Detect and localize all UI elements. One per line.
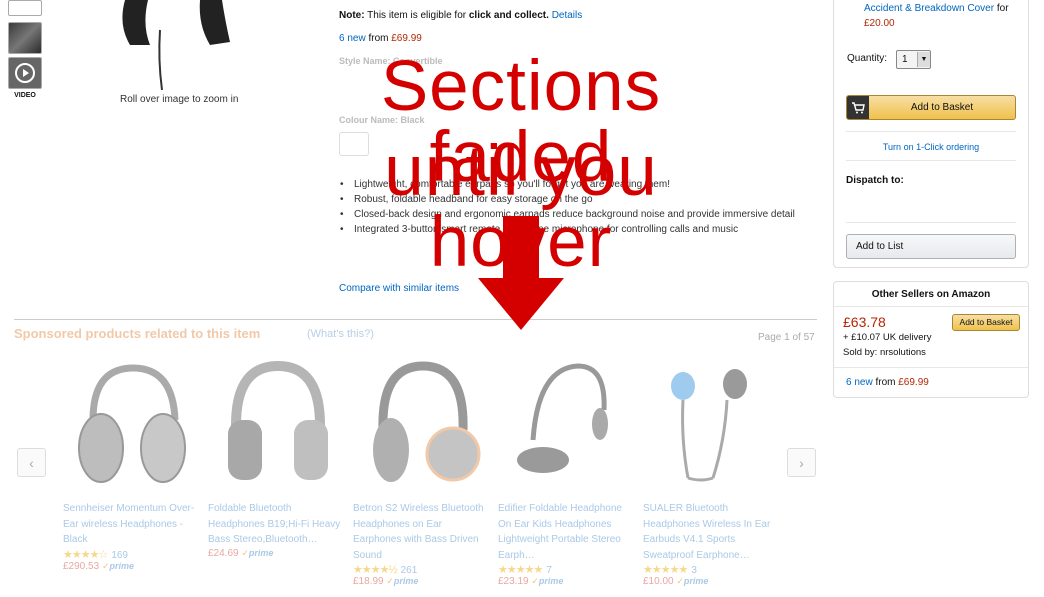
accident-cover-link[interactable]: Accident & Breakdown Cover: [864, 3, 994, 14]
product-price: £18.99: [353, 576, 384, 587]
star-rating: ★★★★★: [498, 564, 543, 576]
click-collect-note: Note: This item is eligible for click an…: [339, 10, 583, 21]
seller-new-link[interactable]: 6 new: [846, 377, 873, 388]
divider: [834, 367, 1028, 368]
video-thumbnail[interactable]: [8, 57, 42, 89]
chevron-right-icon: ›: [799, 454, 804, 471]
product-price: £10.00: [643, 576, 674, 587]
sponsored-product[interactable]: Foldable Bluetooth Headphones B19;Hi-Fi …: [208, 360, 348, 559]
sponsored-product[interactable]: Edifier Foldable Headphone On Ear Kids H…: [498, 360, 638, 587]
seller-name: Sold by: nrsolutions: [843, 347, 926, 358]
other-sellers-title: Other Sellers on Amazon: [871, 289, 991, 300]
product-image[interactable]: [498, 360, 638, 488]
details-link[interactable]: Details: [552, 10, 583, 21]
buy-box: [833, 0, 1029, 268]
image-thumbnails: VIDEO: [8, 0, 42, 99]
divider: [846, 160, 1016, 161]
product-price: £24.69: [208, 547, 239, 559]
prime-badge: ✓prime: [676, 576, 709, 586]
chevron-left-icon: ‹: [29, 454, 34, 471]
one-click-link[interactable]: Turn on 1-Click ordering: [847, 142, 1015, 152]
product-title[interactable]: Betron S2 Wireless Bluetooth Headphones …: [353, 501, 493, 563]
new-offers: 6 new from £69.99: [339, 33, 422, 44]
video-label: VIDEO: [14, 92, 36, 99]
carousel-prev-button[interactable]: ‹: [17, 448, 46, 477]
product-image[interactable]: [643, 360, 783, 488]
product-title[interactable]: SUALER Bluetooth Headphones Wireless In …: [643, 501, 783, 563]
product-price: £23.19: [498, 576, 529, 587]
product-image[interactable]: [63, 360, 203, 488]
review-count[interactable]: 7: [546, 565, 552, 576]
seller-delivery: + £10.07 UK delivery: [843, 332, 932, 343]
zoom-hint: Roll over image to zoom in: [120, 94, 239, 105]
seller-price: £63.78: [843, 314, 886, 330]
divider: [846, 222, 1016, 223]
play-icon: [15, 63, 35, 83]
compare-similar-link[interactable]: Compare with similar items: [339, 283, 459, 294]
cart-icon: [847, 96, 869, 119]
seller-new-offers: 6 new from £69.99: [846, 377, 929, 388]
review-count[interactable]: 261: [401, 565, 418, 576]
main-product-image[interactable]: [100, 0, 270, 95]
prime-badge: ✓prime: [386, 576, 419, 586]
carousel-page-count: Page 1 of 57: [758, 332, 815, 343]
prime-badge: ✓prime: [531, 576, 564, 586]
divider: [834, 306, 1028, 307]
quantity-label: Quantity:: [847, 53, 888, 64]
chevron-down-icon: ▼: [917, 52, 930, 67]
thumbnail-image[interactable]: [8, 0, 42, 16]
whats-this-link[interactable]: (What's this?): [307, 328, 374, 340]
dispatch-to-label: Dispatch to:: [846, 175, 904, 186]
prime-badge: ✓prime: [101, 560, 134, 571]
section-divider: [14, 319, 817, 320]
accident-cover-option: Accident & Breakdown Cover for £20.00: [864, 3, 1009, 29]
prime-badge: ✓prime: [241, 547, 274, 558]
product-image[interactable]: [208, 360, 348, 488]
review-count[interactable]: 169: [111, 550, 128, 561]
quantity-select[interactable]: 1 ▼: [896, 50, 931, 69]
star-rating: ★★★★★: [643, 564, 688, 576]
product-price: £290.53: [63, 560, 100, 572]
down-arrow-icon: [478, 216, 564, 330]
carousel-next-button[interactable]: ›: [787, 448, 816, 477]
product-title[interactable]: Edifier Foldable Headphone On Ear Kids H…: [498, 501, 638, 563]
divider: [846, 131, 1016, 132]
product-image[interactable]: [353, 360, 493, 488]
seller-add-to-basket-button[interactable]: Add to Basket: [952, 314, 1020, 331]
thumbnail-image[interactable]: [8, 22, 42, 54]
add-to-basket-button[interactable]: Add to Basket: [846, 95, 1016, 120]
product-title[interactable]: Sennheiser Momentum Over-Ear wireless He…: [63, 501, 203, 548]
sponsored-product[interactable]: Sennheiser Momentum Over-Ear wireless He…: [63, 360, 203, 572]
sponsored-title: Sponsored products related to this item: [14, 326, 261, 341]
sponsored-product[interactable]: SUALER Bluetooth Headphones Wireless In …: [643, 360, 783, 587]
star-rating: ★★★★½: [353, 564, 398, 576]
sponsored-product[interactable]: Betron S2 Wireless Bluetooth Headphones …: [353, 360, 493, 587]
star-rating: ★★★★☆: [63, 548, 108, 561]
new-offers-link[interactable]: 6 new: [339, 33, 366, 44]
review-count[interactable]: 3: [691, 565, 697, 576]
product-title[interactable]: Foldable Bluetooth Headphones B19;Hi-Fi …: [208, 501, 348, 548]
add-to-list-button[interactable]: Add to List: [846, 234, 1016, 259]
